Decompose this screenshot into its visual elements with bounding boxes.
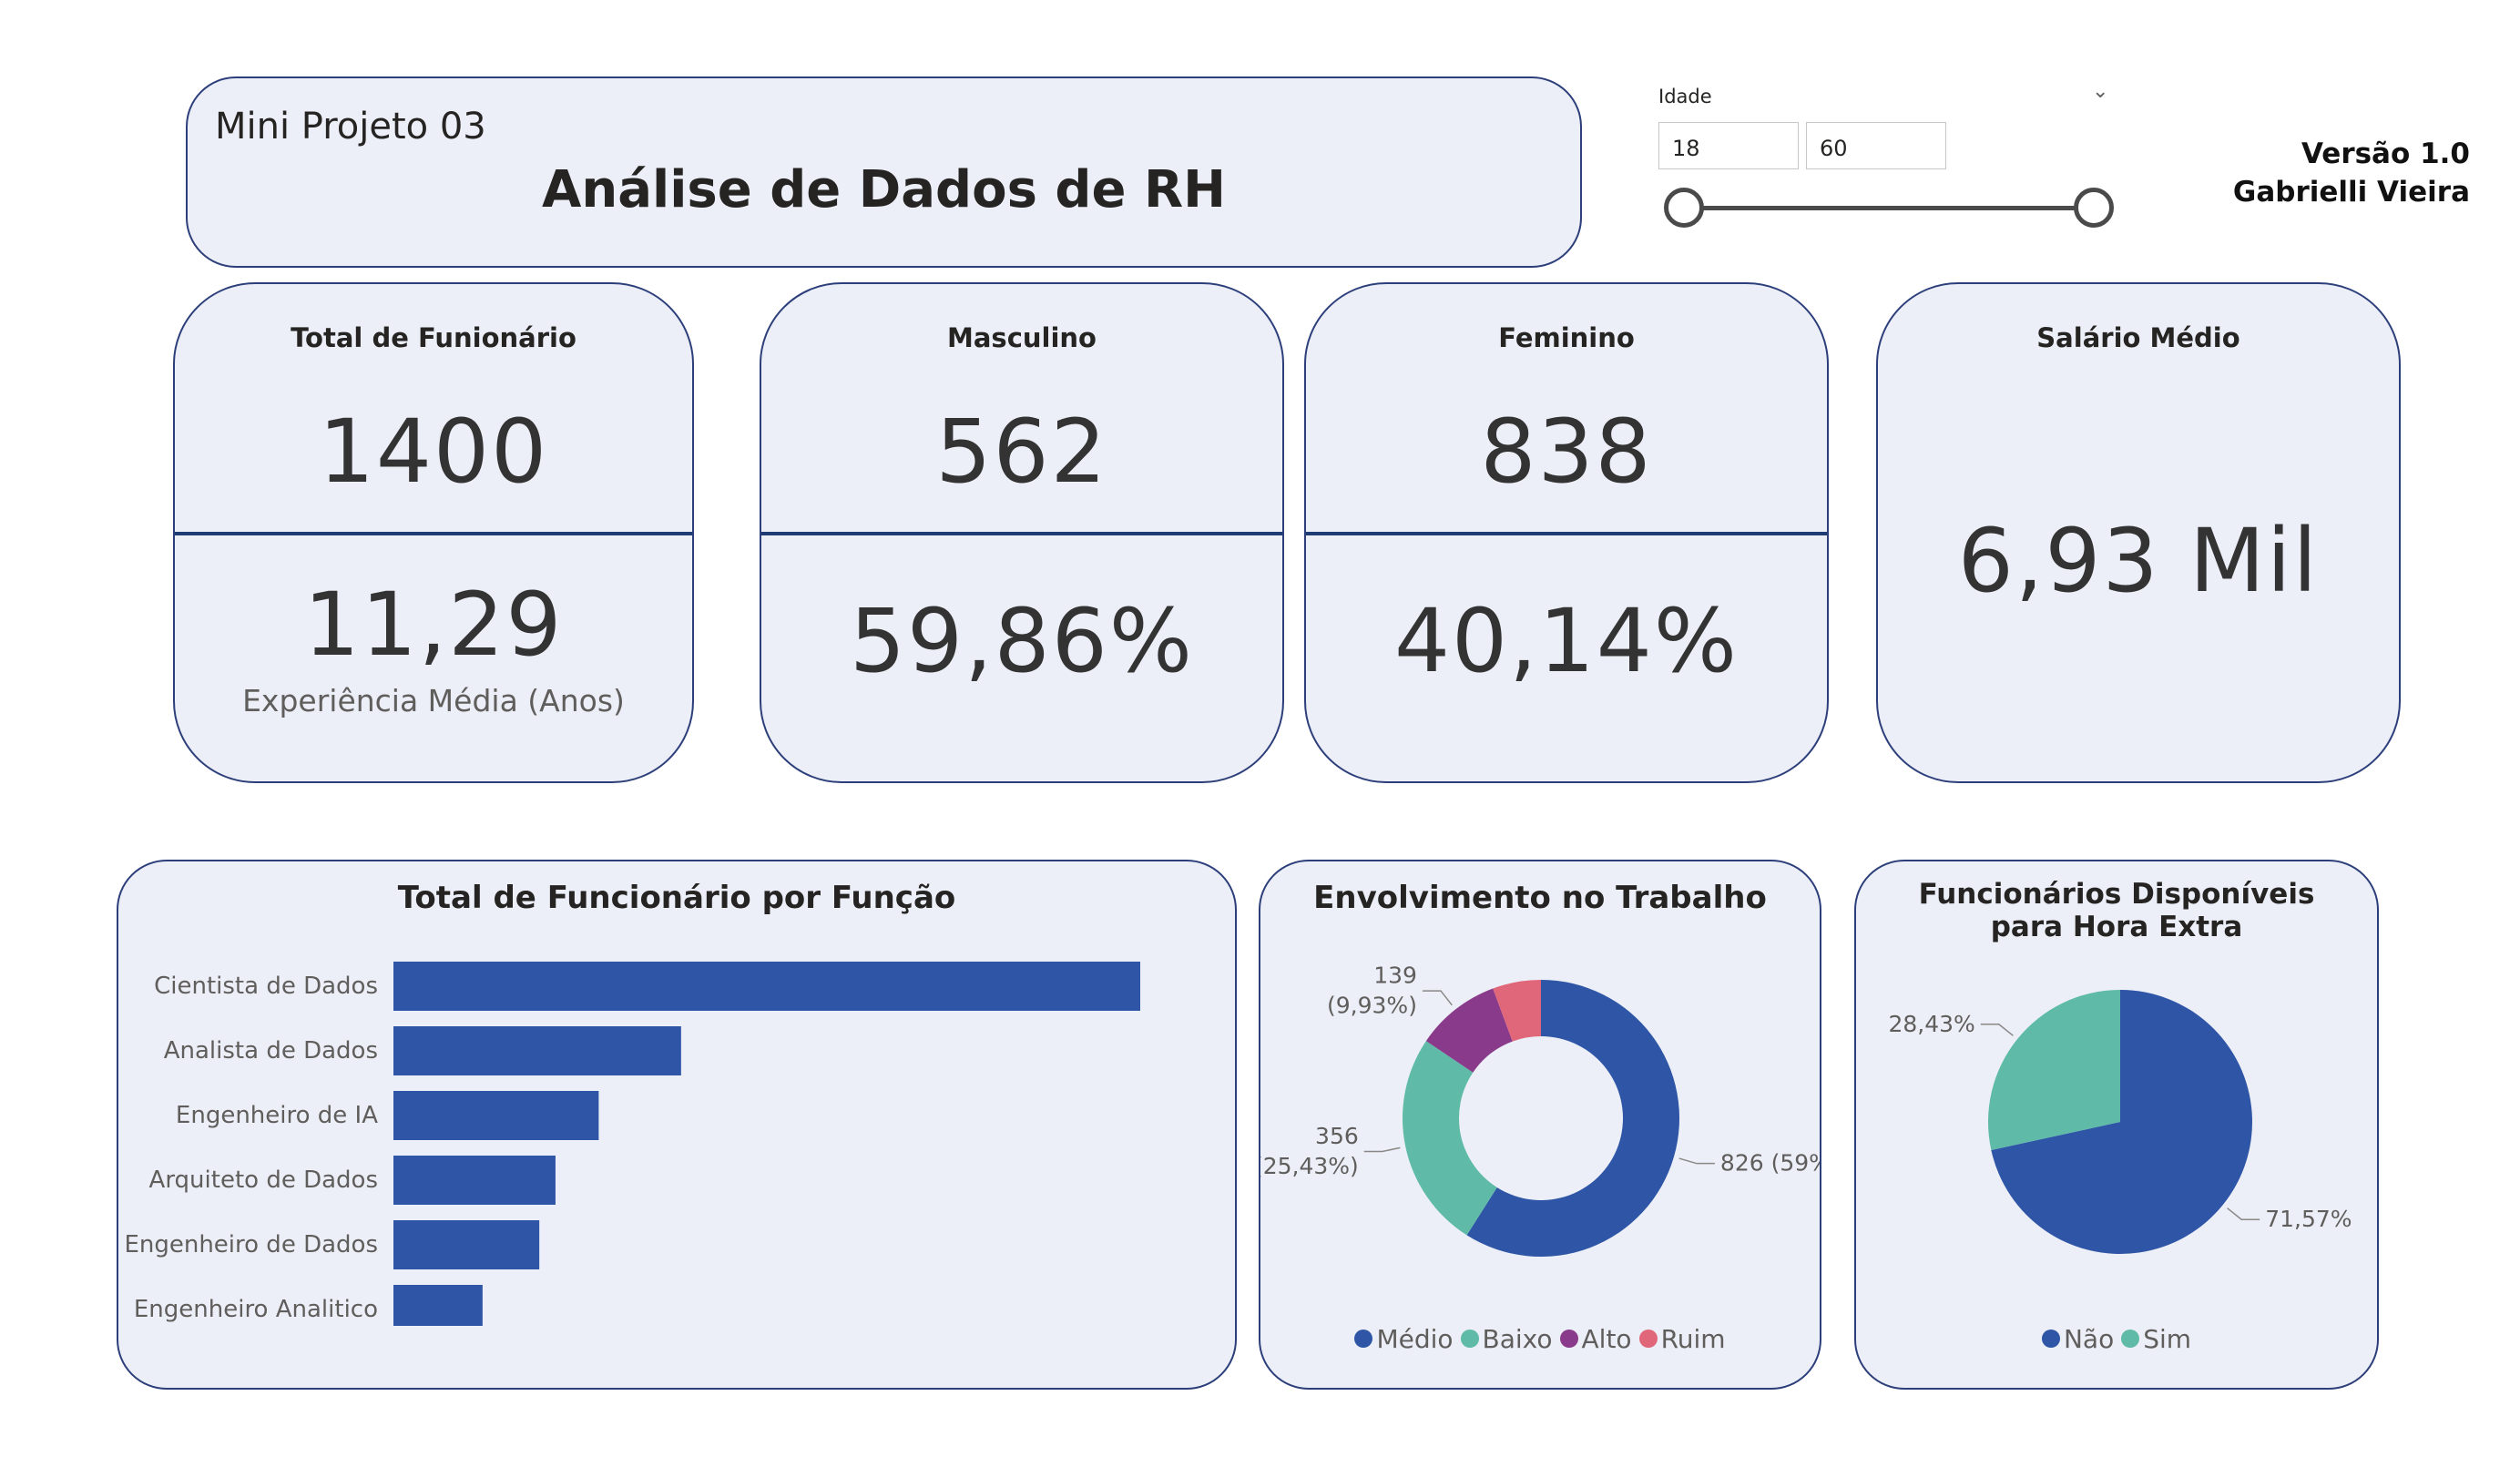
pie-chart: 71,57% 28,43% [1888, 990, 2352, 1254]
bar-chart [393, 962, 1140, 1326]
bar-3[interactable] [393, 1156, 556, 1205]
kpi-title: Masculino [947, 322, 1097, 353]
project-subtitle: Mini Projeto 03 [215, 106, 486, 148]
kpi-caption: Experiência Média (Anos) [242, 683, 625, 718]
legend-label: Médio [1376, 1324, 1454, 1354]
age-max-input[interactable]: 60 [1806, 122, 1946, 169]
legend-label: Alto [1581, 1324, 1632, 1354]
chart-panel-funcao: Total de Funcionário por Função Cientist… [117, 860, 1237, 1390]
page-title: Análise de Dados de RH [542, 160, 1226, 219]
kpi-card-feminino: Feminino 838 40,14% [1304, 282, 1829, 783]
title-card: Mini Projeto 03 Análise de Dados de RH [186, 76, 1582, 268]
legend-item[interactable]: Baixo [1460, 1324, 1553, 1354]
age-min-input[interactable]: 18 [1658, 122, 1799, 169]
legend-label: Não [2063, 1324, 2115, 1354]
slice-sim[interactable] [1988, 990, 2120, 1151]
bar-0[interactable] [393, 962, 1140, 1011]
kpi-value: 562 [935, 401, 1108, 503]
legend-item[interactable]: Alto [1559, 1324, 1632, 1354]
data-label-alto: 139 [1373, 963, 1417, 989]
data-label-alto-leader [1422, 990, 1453, 1006]
donut-chart: 826 (59%) 356 (25,43%) 139 (9,93%) [1260, 963, 1820, 1257]
slice-baixo[interactable] [1403, 1041, 1497, 1236]
data-label-médio-leader [1678, 1157, 1715, 1165]
age-slider-min-handle[interactable] [1664, 188, 1704, 228]
legend-item[interactable]: Médio [1354, 1324, 1454, 1354]
bar-4[interactable] [393, 1220, 540, 1269]
data-label-não-leader [2227, 1207, 2260, 1220]
legend-marker [1354, 1330, 1373, 1348]
kpi-secondary-value: 59,86% [849, 590, 1195, 692]
bar-category-label: Engenheiro de IA [175, 1102, 378, 1129]
legend-marker [2041, 1330, 2060, 1348]
legend-marker [1460, 1330, 1479, 1348]
legend-label: Sim [2143, 1324, 2192, 1354]
data-label-não: 71,57% [2265, 1206, 2352, 1232]
chart-legend: Médio Baixo Alto Ruim [1260, 1324, 1820, 1354]
kpi-title: Total de Funionário [291, 322, 576, 353]
age-slider-max-handle[interactable] [2074, 188, 2114, 228]
bar-category-label: Engenheiro de Dados [124, 1231, 378, 1258]
kpi-title: Salário Médio [2036, 322, 2240, 353]
legend-marker [1559, 1330, 1578, 1348]
data-label-alto: (9,93%) [1327, 993, 1417, 1019]
data-label-sim: 28,43% [1888, 1011, 1974, 1037]
age-slicer-label: Idade [1658, 86, 1712, 107]
kpi-card-salario: Salário Médio 6,93 Mil [1876, 282, 2401, 783]
author-name: Gabrielli Vieira [2232, 176, 2470, 209]
bar-category-label: Analista de Dados [163, 1037, 378, 1065]
kpi-title: Feminino [1498, 322, 1635, 353]
legend-label: Baixo [1482, 1324, 1553, 1354]
kpi-value: 6,93 Mil [1957, 510, 2320, 612]
kpi-card-masculino: Masculino 562 59,86% [760, 282, 1284, 783]
kpi-value: 1400 [318, 401, 549, 503]
data-label-sim-leader [1980, 1024, 2014, 1036]
chart-legend: Não Sim [1856, 1324, 2377, 1354]
legend-marker [2121, 1330, 2140, 1348]
kpi-divider [761, 532, 1282, 535]
bar-category-labels: Cientista de Dados Analista de Dados Engen… [118, 861, 378, 1388]
bar-1[interactable] [393, 1026, 681, 1075]
data-label-baixo: (25,43%) [1260, 1153, 1359, 1179]
kpi-secondary-value: 40,14% [1393, 590, 1740, 692]
kpi-value: 838 [1480, 401, 1653, 503]
kpi-secondary-value: 11,29 [303, 574, 564, 676]
kpi-card-total: Total de Funionário 1400 11,29 Experiênc… [173, 282, 694, 783]
bar-category-label: Engenheiro Analitico [133, 1296, 378, 1323]
chart-panel-hora-extra: Funcionários Disponíveis para Hora Extra… [1854, 860, 2379, 1390]
legend-item[interactable]: Sim [2121, 1324, 2191, 1354]
version-info: Versão 1.0 Gabrielli Vieira [2233, 135, 2470, 211]
kpi-divider [175, 532, 692, 535]
kpi-divider [1306, 532, 1827, 535]
age-slider-track[interactable] [1684, 206, 2094, 210]
chart-panel-envolvimento: Envolvimento no Trabalho 826 (59%)356(25… [1259, 860, 1821, 1390]
legend-label: Ruim [1660, 1324, 1726, 1354]
bar-category-label: Cientista de Dados [154, 973, 378, 1000]
bar-2[interactable] [393, 1091, 599, 1140]
bar-category-label: Arquiteto de Dados [148, 1167, 378, 1194]
legend-item[interactable]: Não [2041, 1324, 2115, 1354]
legend-item[interactable]: Ruim [1638, 1324, 1726, 1354]
chevron-down-icon[interactable]: ⌄ [2092, 80, 2108, 103]
version-label: Versão 1.0 [2301, 138, 2470, 170]
data-label-baixo-leader [1363, 1146, 1401, 1153]
data-label-médio: 826 (59%) [1720, 1150, 1820, 1177]
data-label-baixo: 356 [1315, 1123, 1359, 1149]
bar-5[interactable] [393, 1285, 483, 1326]
legend-marker [1638, 1330, 1658, 1348]
